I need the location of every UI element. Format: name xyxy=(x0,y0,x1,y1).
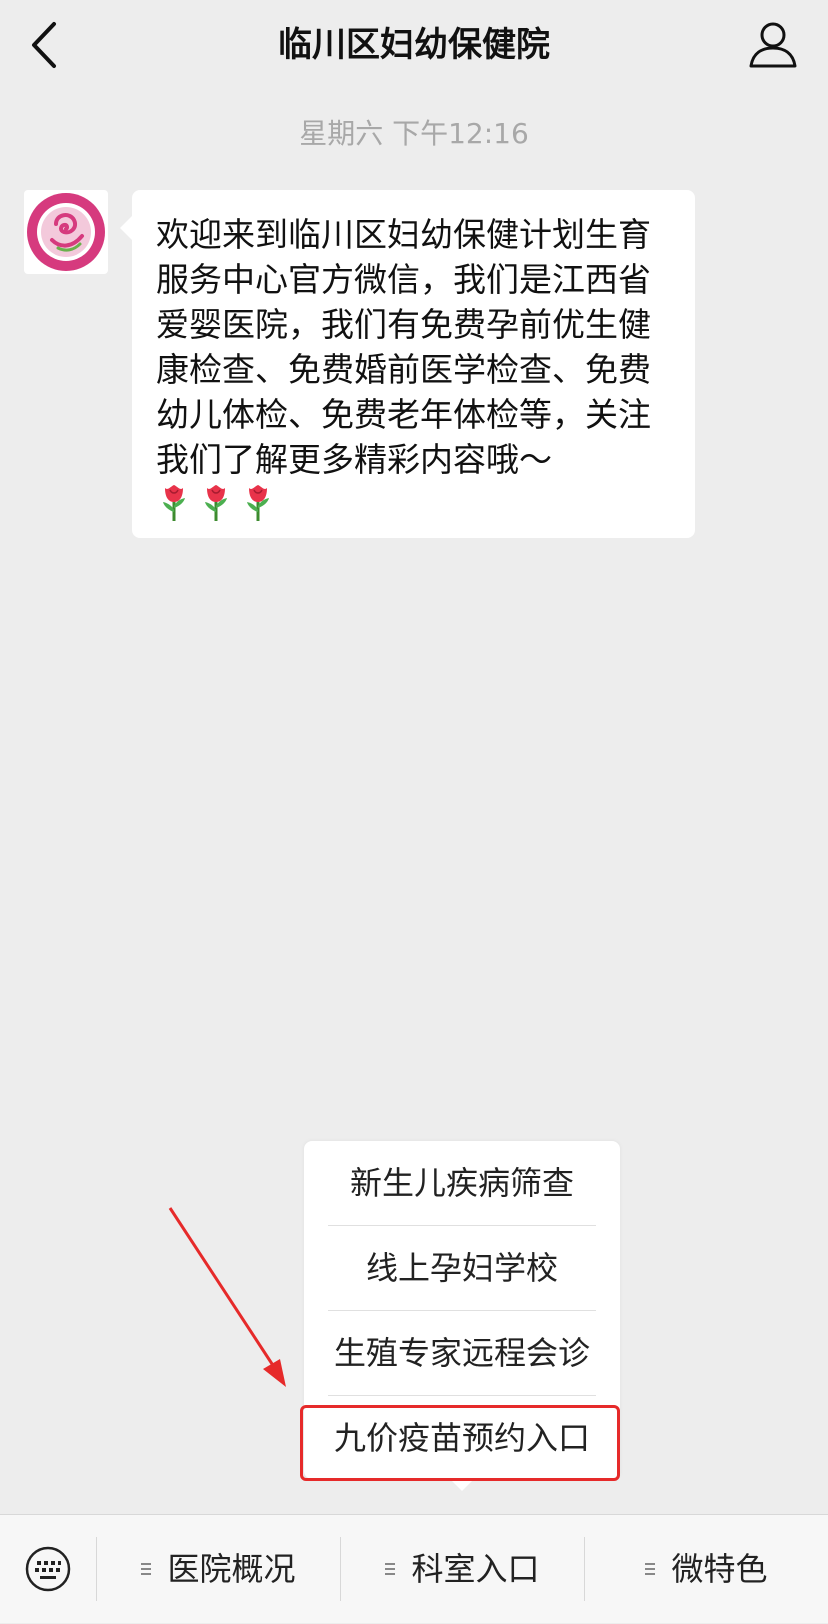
message-timestamp: 星期六 下午12:16 xyxy=(299,117,529,150)
bottom-menu-bar: 医院概况 科室入口 微特色 xyxy=(0,1514,828,1623)
chevron-left-icon xyxy=(32,22,56,68)
tab-label: 医院概况 xyxy=(167,1550,296,1588)
menu-item-newborn-screening[interactable]: 新生儿疾病筛查 xyxy=(304,1141,620,1225)
back-button[interactable] xyxy=(22,18,72,74)
profile-button[interactable] xyxy=(746,18,800,72)
tab-label: 科室入口 xyxy=(411,1550,540,1588)
avatar[interactable] xyxy=(24,190,108,274)
message-bubble[interactable]: 欢迎来到临川区妇幼保健计划生育服务中心官方微信，我们是江西省爱婴医院，我们有免费… xyxy=(120,190,695,538)
tab-micro-features[interactable]: 微特色 xyxy=(585,1515,828,1624)
rose-icon xyxy=(198,482,234,522)
tab-department-entry[interactable]: 科室入口 xyxy=(341,1515,584,1624)
keyboard-toggle-button[interactable] xyxy=(24,1545,72,1593)
rose-emojis xyxy=(156,482,282,533)
menu-item-remote-consultation[interactable]: 生殖专家远程会诊 xyxy=(304,1311,620,1395)
menu-lines-icon xyxy=(645,1563,656,1575)
page-title: 临川区妇幼保健院 xyxy=(278,25,550,65)
menu-lines-icon xyxy=(141,1563,152,1575)
menu-item-online-prenatal-school[interactable]: 线上孕妇学校 xyxy=(304,1226,620,1310)
hospital-logo xyxy=(27,193,105,271)
person-icon xyxy=(749,22,797,68)
keyboard-icon xyxy=(25,1546,71,1592)
menu-item-hpv9-vaccine-booking[interactable]: 九价疫苗预约入口 xyxy=(304,1396,620,1480)
header-bar: 临川区妇幼保健院 xyxy=(0,0,828,92)
tab-label: 微特色 xyxy=(671,1550,768,1588)
menu-lines-icon xyxy=(385,1563,396,1575)
submenu-popup: 新生儿疾病筛查 线上孕妇学校 生殖专家远程会诊 九价疫苗预约入口 xyxy=(304,1141,620,1491)
rose-icon xyxy=(240,482,276,522)
rose-icon xyxy=(156,482,192,522)
tab-hospital-overview[interactable]: 医院概况 xyxy=(97,1515,340,1624)
message-text: 欢迎来到临川区妇幼保健计划生育服务中心官方微信，我们是江西省爱婴医院，我们有免费… xyxy=(156,215,651,479)
